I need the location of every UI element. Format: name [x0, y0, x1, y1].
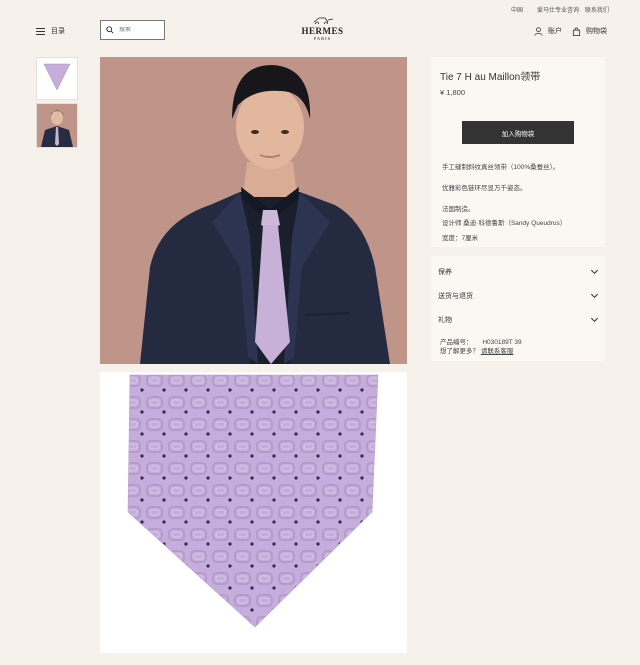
product-price: ¥ 1,800	[440, 88, 466, 97]
carriage-logo-icon	[313, 17, 333, 26]
hermes-logo[interactable]: HERMES PARIS	[300, 16, 345, 41]
designer-text: 设计师 桑迪·科德鲁斯（Sandy Queudrus）	[442, 220, 567, 227]
menu-button[interactable]: 目录	[36, 26, 65, 36]
product-title: Tie 7 H au Maillon领带	[440, 72, 541, 83]
product-tie-photo	[100, 372, 407, 653]
logo-wordmark: HERMES	[301, 26, 344, 36]
tie-thumbnail-image	[37, 58, 77, 99]
contact-service-link[interactable]: 请联系客服	[481, 348, 514, 355]
cart-label: 购物袋	[586, 28, 607, 35]
account-button[interactable]: 账户	[534, 26, 562, 36]
search-box[interactable]	[100, 20, 165, 40]
site-header: 目录 HERMES PARIS 账户 购物袋	[0, 15, 640, 53]
width-text: 宽度：7厘米	[442, 235, 479, 242]
accordion-care-label: 保养	[438, 269, 452, 276]
accordion-gift-label: 礼物	[438, 317, 452, 324]
product-model-photo	[100, 57, 407, 364]
accordion-delivery-label: 送货与退货	[438, 293, 473, 300]
search-input[interactable]	[119, 27, 159, 33]
hamburger-icon	[36, 27, 45, 35]
thumbnail-tie[interactable]	[36, 57, 78, 100]
utility-bar: 中国 爱马仕专业咨询 联系我们	[0, 5, 640, 15]
search-icon	[106, 26, 114, 34]
add-to-bag-button[interactable]: 加入购物袋	[462, 121, 574, 144]
user-icon	[534, 26, 543, 36]
help-line: 想了解更多？ 请联系客服	[440, 345, 513, 355]
help-text: 想了解更多？	[440, 348, 479, 355]
chevron-down-icon	[590, 266, 599, 275]
shopping-bag-icon	[572, 27, 581, 36]
menu-label: 目录	[51, 28, 65, 35]
accordion-delivery[interactable]: 送货与退货	[438, 287, 599, 305]
product-info-panel: Tie 7 H au Maillon领带 ¥ 1,800 加入购物袋 手工缝制斜…	[431, 57, 605, 247]
logo-subtitle: PARIS	[313, 36, 332, 41]
region-link[interactable]: 中国	[511, 5, 523, 14]
customer-service-link[interactable]: 爱马仕专业咨询	[537, 5, 579, 14]
account-label: 账户	[548, 28, 562, 35]
cart-button[interactable]: 购物袋	[572, 26, 607, 36]
chevron-down-icon	[590, 290, 599, 299]
model-thumbnail-image	[37, 104, 77, 147]
product-details-panel: 保养 送货与退货 礼物 产品编号： H030189T 39 想了解更多？ 请联系…	[431, 256, 605, 361]
thumbnail-model[interactable]	[36, 103, 78, 148]
made-in-text: 法国制造。	[442, 206, 475, 213]
accordion-gift[interactable]: 礼物	[438, 311, 599, 329]
product-description: 手工缝制斜纹真丝领带（100%桑蚕丝）。	[442, 164, 560, 171]
chevron-down-icon	[590, 314, 599, 323]
product-description-2: 优雅彩色链环尽显万千姿态。	[442, 185, 527, 192]
contact-link[interactable]: 联系我们	[585, 5, 609, 14]
accordion-care[interactable]: 保养	[438, 263, 599, 281]
